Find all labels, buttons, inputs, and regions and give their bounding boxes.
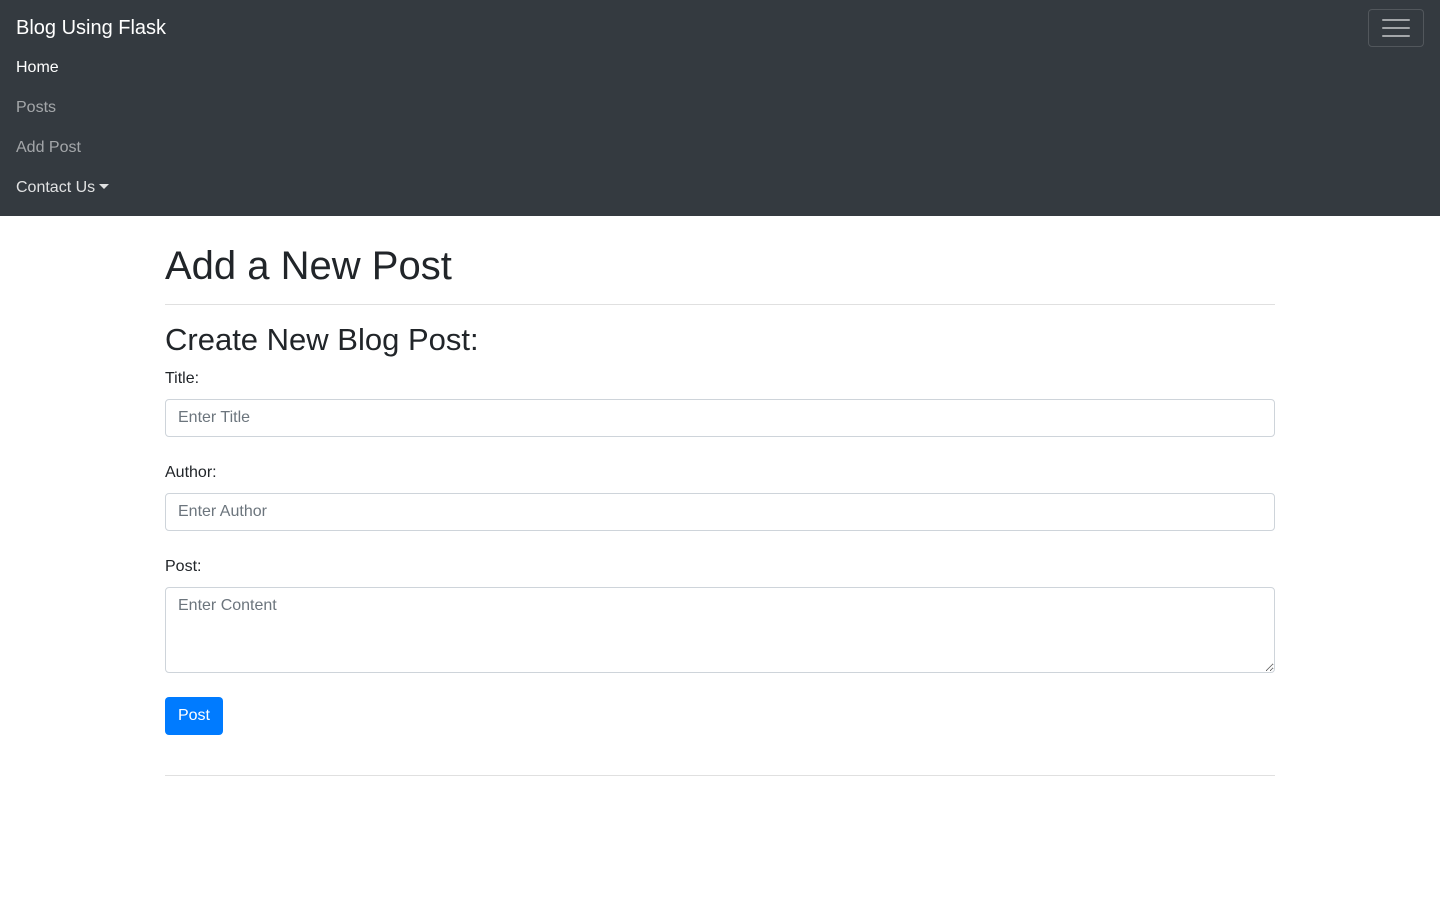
- caret-down-icon: [99, 184, 110, 189]
- title-label: Title:: [165, 370, 200, 387]
- navbar-brand[interactable]: Blog Using Flask: [16, 16, 166, 40]
- form-title: Create New Blog Post:: [165, 322, 479, 357]
- post-content-textarea[interactable]: [165, 587, 1275, 673]
- navbar-toggler-button[interactable]: [1368, 9, 1424, 47]
- title-input[interactable]: [165, 399, 1275, 437]
- nav-link-contact-us[interactable]: Contact Us: [16, 168, 110, 208]
- post-label: Post:: [165, 558, 202, 575]
- nav-link-add-post[interactable]: Add Post: [16, 128, 109, 168]
- navbar: Blog Using Flask Home Posts Add Post Con…: [0, 0, 1440, 216]
- nav-links: Home Posts Add Post Contact Us: [16, 48, 110, 208]
- nav-link-posts[interactable]: Posts: [16, 88, 109, 128]
- divider: [165, 775, 1275, 776]
- post-submit-button[interactable]: Post: [165, 697, 223, 735]
- author-label: Author:: [165, 464, 217, 481]
- nav-link-home[interactable]: Home: [16, 48, 109, 88]
- author-input[interactable]: [165, 493, 1275, 531]
- nav-link-contact-us-label: Contact Us: [16, 179, 96, 196]
- page-title: Add a New Post: [165, 244, 452, 288]
- divider: [165, 304, 1275, 305]
